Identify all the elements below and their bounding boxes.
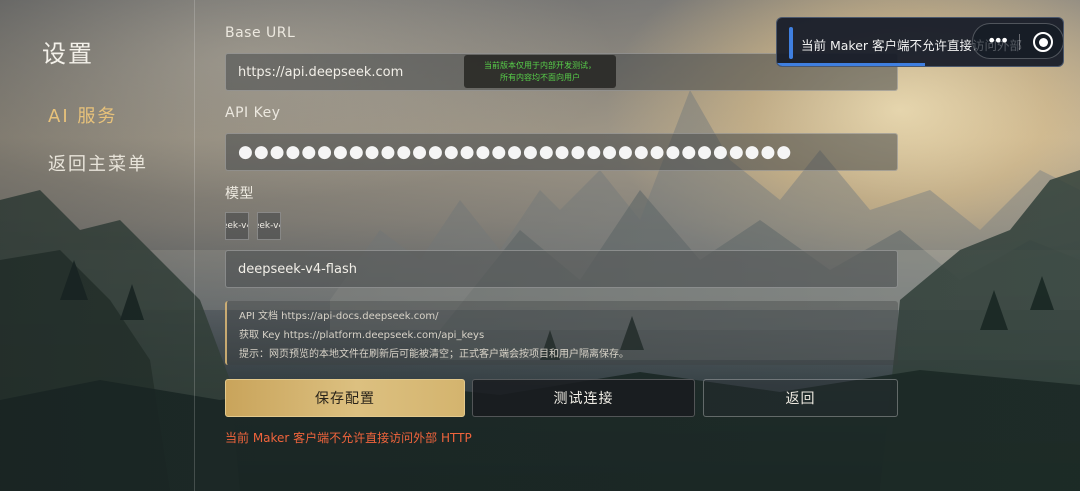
error-message: 当前 Maker 客户端不允许直接访问外部 HTTP (225, 431, 472, 445)
model-option-chip[interactable]: eek-v4 (225, 212, 249, 240)
back-button[interactable]: 返回 (703, 379, 898, 417)
save-config-button[interactable]: 保存配置 (225, 379, 465, 417)
settings-sidebar: 设置 AI 服务 返回主菜单 (0, 0, 195, 491)
toast-progress-bar (777, 63, 925, 66)
toast-accent-bar (789, 27, 793, 59)
api-key-input[interactable]: ●●●●●●●●●●●●●●●●●●●●●●●●●●●●●●●●●●● (225, 133, 898, 171)
api-key-value: ●●●●●●●●●●●●●●●●●●●●●●●●●●●●●●●●●●● (238, 142, 793, 162)
close-target-icon[interactable] (1033, 32, 1053, 52)
model-option-chip[interactable]: eek-v4 (257, 212, 281, 240)
base-url-label: Base URL (225, 25, 296, 41)
sidebar-item-ai-service[interactable]: AI 服务 (48, 102, 117, 128)
more-icon[interactable]: ••• (987, 32, 1009, 50)
api-key-label: API Key (225, 105, 281, 121)
capsule-divider (1019, 34, 1020, 50)
model-input[interactable]: deepseek-v4-flash (225, 250, 898, 288)
api-docs-link[interactable]: API 文档 https://api-docs.deepseek.com/ (239, 307, 898, 326)
dev-banner-line: 当前版本仅用于内部开发测试， (484, 61, 596, 70)
model-value: deepseek-v4-flash (238, 261, 357, 277)
api-key-link[interactable]: 获取 Key https://platform.deepseek.com/api… (239, 326, 898, 345)
sidebar-item-return-main-menu[interactable]: 返回主菜单 (48, 150, 148, 176)
base-url-value: https://api.deepseek.com (238, 64, 404, 80)
dev-banner-line: 所有内容均不面向用户 (500, 73, 580, 82)
model-label: 模型 (225, 186, 254, 202)
page-title: 设置 (42, 40, 94, 68)
api-info-box: API 文档 https://api-docs.deepseek.com/ 获取… (225, 301, 898, 365)
dev-test-banner: 当前版本仅用于内部开发测试， 所有内容均不面向用户 (464, 55, 616, 88)
test-connection-button[interactable]: 测试连接 (472, 379, 695, 417)
storage-hint: 提示：网页预览的本地文件在刷新后可能被清空；正式客户端会按项目和用户隔离保存。 (239, 349, 629, 360)
miniapp-capsule: ••• (972, 23, 1064, 59)
